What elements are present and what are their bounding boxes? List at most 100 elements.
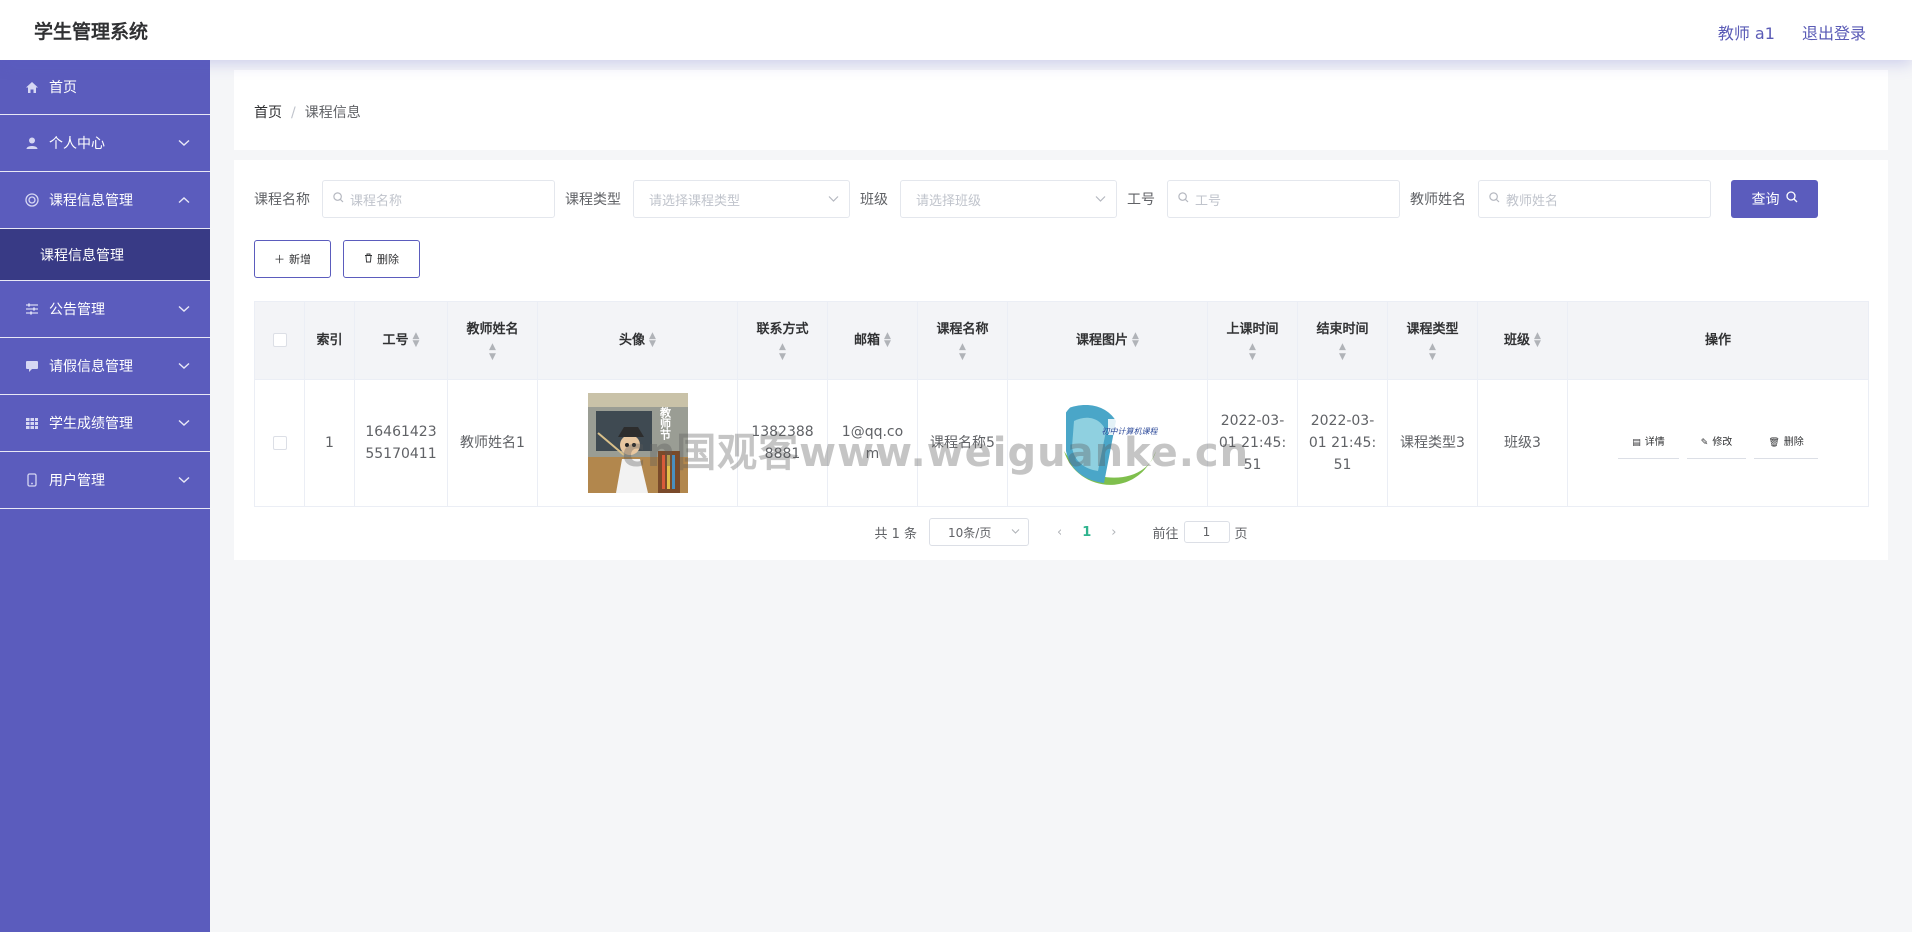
teacher-name-input[interactable]: 教师姓名 [1478, 180, 1711, 218]
chevron-down-icon [828, 193, 839, 206]
detail-button[interactable]: ▤ 详情 [1618, 428, 1679, 459]
sidebar-item-grades[interactable]: 学生成绩管理 [0, 395, 210, 452]
chevron-down-icon [178, 359, 190, 373]
sidebar-item-label: 公告管理 [49, 302, 105, 318]
chevron-down-icon [178, 136, 190, 150]
chevron-down-icon [178, 302, 190, 316]
header-class[interactable]: 班级 ▲ ▼ [1477, 301, 1568, 380]
cell-contact: 13823888881 [737, 379, 828, 507]
sidebar-item-leave[interactable]: 请假信息管理 [0, 338, 210, 395]
header-email[interactable]: 邮箱 ▲ ▼ [827, 301, 918, 380]
add-button[interactable]: ＋ 新增 [254, 240, 331, 278]
chevron-down-icon [1011, 527, 1020, 538]
cell-index: 1 [304, 379, 355, 507]
header-course-name[interactable]: 课程名称 ▲ ▼ [917, 301, 1008, 380]
plus-icon: ＋ [274, 253, 285, 266]
sort-icon[interactable]: ▲ ▼ [1534, 332, 1541, 349]
header-right: 教师 a1 退出登录 [1696, 20, 1866, 44]
edit-button[interactable]: ✎ 修改 [1686, 428, 1747, 459]
table-row[interactable]: 1 1646142355170411 教师姓名1 教师节 13823888881… [254, 379, 1869, 507]
header-start-time[interactable]: 上课时间 ▲ ▼ [1207, 301, 1298, 380]
sort-icon[interactable]: ▲ ▼ [1132, 332, 1139, 349]
search-icon [1489, 192, 1500, 206]
sort-icon[interactable]: ▲ ▼ [448, 342, 537, 362]
prev-page-icon[interactable]: ‹ [1057, 525, 1062, 540]
sidebar-item-users[interactable]: 用户管理 [0, 452, 210, 509]
avatar-caption: 教师节 [658, 407, 672, 440]
search-icon [1178, 192, 1189, 206]
sort-icon[interactable]: ▲ ▼ [738, 342, 827, 362]
class-label: 班级 [860, 192, 888, 208]
row-checkbox[interactable] [272, 436, 287, 450]
breadcrumb-current: 课程信息 [304, 105, 361, 121]
add-button-label: 新增 [289, 253, 311, 266]
cell-avatar: 教师节 [537, 379, 738, 507]
sidebar-item-profile[interactable]: 个人中心 [0, 115, 210, 172]
edit-icon: ✎ [1700, 437, 1709, 448]
goto-suffix: 页 [1234, 526, 1248, 542]
header-course-type[interactable]: 课程类型 ▲ ▼ [1387, 301, 1478, 380]
select-all-checkbox[interactable] [272, 333, 287, 347]
breadcrumb-home[interactable]: 首页 [254, 105, 282, 121]
sidebar-item-course-management[interactable]: 课程信息管理 [0, 172, 210, 229]
job-no-input[interactable]: 工号 [1167, 180, 1400, 218]
header-index: 索引 [304, 301, 355, 380]
delete-button[interactable]: 删除 [343, 240, 420, 278]
page-number-current[interactable]: 1 [1082, 525, 1091, 540]
phone-icon [24, 473, 40, 487]
sidebar-item-notice[interactable]: 公告管理 [0, 281, 210, 338]
cell-class: 班级3 [1477, 379, 1568, 507]
header-teacher-name[interactable]: 教师姓名 ▲ ▼ [447, 301, 538, 380]
sort-icon[interactable]: ▲ ▼ [649, 332, 656, 349]
document-icon: ▤ [1632, 437, 1641, 448]
sort-icon[interactable]: ▲ ▼ [1388, 342, 1477, 362]
sort-icon[interactable]: ▲ ▼ [413, 332, 420, 349]
book-icon [24, 193, 40, 207]
chevron-down-icon [1095, 193, 1106, 206]
submenu-item-course-info[interactable]: 课程信息管理 [0, 229, 210, 281]
breadcrumb-card: 首页 / 课程信息 [234, 70, 1888, 150]
trash-icon: 🗑 [1768, 437, 1780, 448]
query-button[interactable]: 查询 [1731, 180, 1818, 218]
header-contact[interactable]: 联系方式 ▲ ▼ [737, 301, 828, 380]
sidebar-item-label: 请假信息管理 [49, 359, 133, 375]
breadcrumb: 首页 / 课程信息 [254, 102, 361, 122]
chevron-down-icon [178, 416, 190, 430]
header-job-no[interactable]: 工号 ▲ ▼ [354, 301, 448, 380]
course-type-label: 课程类型 [565, 192, 621, 208]
header-avatar[interactable]: 头像 ▲ ▼ [537, 301, 738, 380]
course-type-select[interactable]: 请选择课程类型 [633, 180, 850, 218]
cell-email: 1@qq.com [827, 379, 918, 507]
class-select[interactable]: 请选择班级 [900, 180, 1117, 218]
course-image[interactable]: 初中计算机课程 [1055, 391, 1160, 495]
course-name-label: 课程名称 [254, 192, 310, 208]
avatar-image[interactable]: 教师节 [587, 393, 688, 493]
goto-page-input[interactable] [1183, 521, 1230, 543]
job-no-label: 工号 [1127, 192, 1155, 208]
course-name-input[interactable]: 课程名称 [322, 180, 555, 218]
chevron-down-icon [178, 473, 190, 487]
row-select-cell [254, 379, 305, 507]
row-delete-button[interactable]: 🗑 删除 [1754, 428, 1818, 459]
sidebar-item-home[interactable]: 首页 [0, 60, 210, 115]
next-page-icon[interactable]: › [1111, 525, 1116, 540]
cell-course-image: 初中计算机课程 [1007, 379, 1208, 507]
header-course-image[interactable]: 课程图片 ▲ ▼ [1007, 301, 1208, 380]
sidebar-item-label: 课程信息管理 [49, 193, 133, 209]
page-size-select[interactable]: 10条/页 [929, 518, 1030, 546]
table-header-row: 索引 工号 ▲ ▼ 教师姓名 ▲ ▼ 头像 ▲ ▼ 联系方式 ▲ ▼ 邮箱 ▲ ▼ 课程名称 ▲ ▼ 课… [254, 301, 1869, 380]
cell-operation: ▤ 详情 ✎ 修改 🗑 删除 [1567, 379, 1869, 507]
course-table: 索引 工号 ▲ ▼ 教师姓名 ▲ ▼ 头像 ▲ ▼ 联系方式 ▲ ▼ 邮箱 ▲ ▼ 课程名称 ▲ ▼ 课… [254, 301, 1869, 507]
sort-icon[interactable]: ▲ ▼ [1298, 342, 1387, 362]
logout-link[interactable]: 退出登录 [1802, 24, 1866, 43]
goto-prefix: 前往 [1152, 526, 1179, 542]
sort-icon[interactable]: ▲ ▼ [918, 342, 1007, 362]
grid-icon [24, 416, 40, 430]
course-image-caption: 初中计算机课程 [1101, 427, 1158, 436]
class-placeholder: 请选择班级 [916, 193, 982, 209]
search-icon [1785, 191, 1798, 207]
sort-icon[interactable]: ▲ ▼ [1208, 342, 1297, 362]
header-end-time[interactable]: 结束时间 ▲ ▼ [1297, 301, 1388, 380]
current-user[interactable]: 教师 a1 [1718, 24, 1775, 43]
sort-icon[interactable]: ▲ ▼ [884, 332, 891, 349]
